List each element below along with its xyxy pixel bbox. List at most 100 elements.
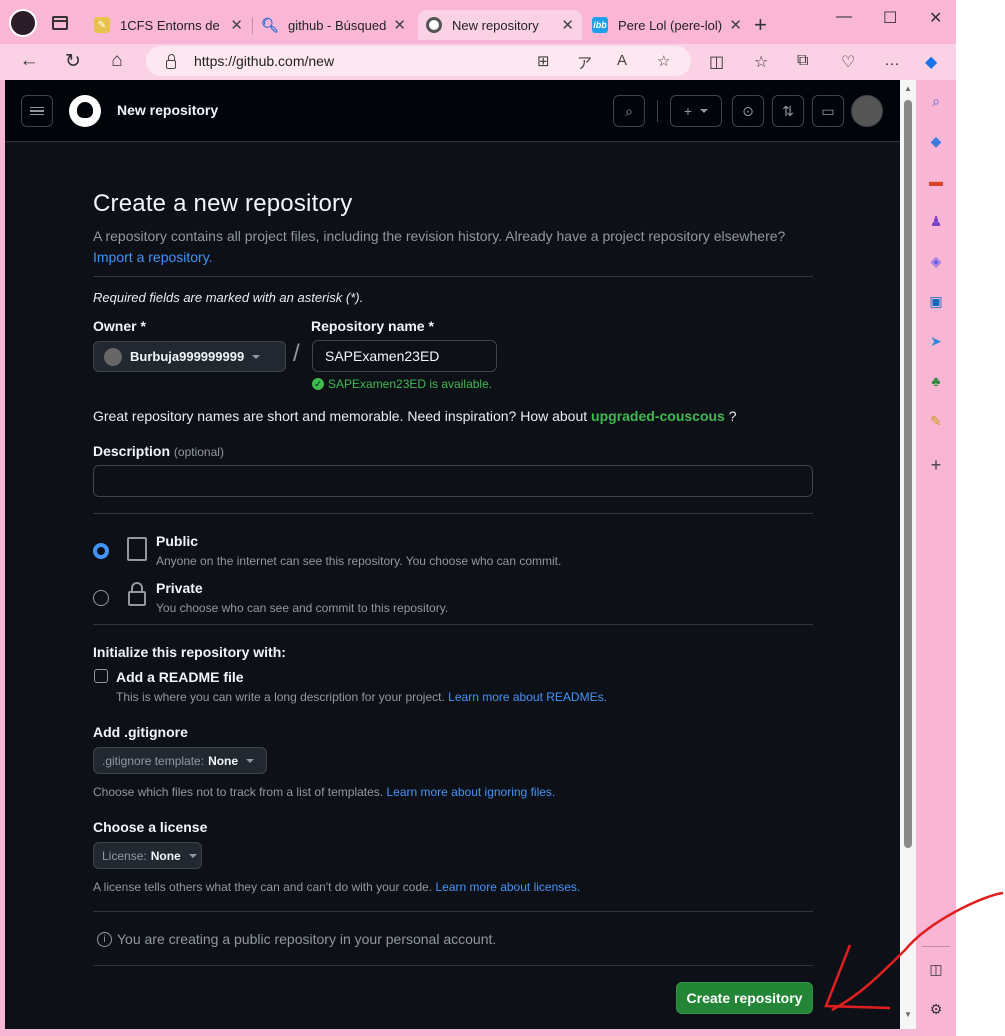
private-label: Private (156, 580, 203, 596)
games-icon[interactable]: ♟ (927, 212, 945, 230)
github-icon (426, 17, 442, 33)
close-icon[interactable]: ✕ (230, 16, 243, 34)
copilot-icon[interactable]: ◆ (925, 52, 937, 72)
new-tab-button[interactable]: + (754, 12, 767, 38)
github-header: New repository ⌕ + ⊙ ⇅ ▭ (5, 80, 900, 142)
url-field[interactable]: https://github.com/new (146, 46, 691, 76)
suggested-name-link[interactable]: upgraded-couscous (591, 408, 725, 424)
close-icon[interactable]: ✕ (729, 16, 742, 34)
owner-select[interactable]: Burbuja999999999 (93, 341, 286, 372)
search-icon[interactable]: ⌕ (613, 95, 645, 127)
public-notice: i You are creating a public repository i… (97, 931, 496, 947)
description-input[interactable] (93, 465, 813, 497)
favorites-icon[interactable]: ☆ (754, 52, 768, 72)
inspiration-text: Great repository names are short and mem… (93, 408, 737, 424)
profile-avatar[interactable] (9, 9, 37, 37)
license-label: Choose a license (93, 819, 208, 835)
menu-hamburger-icon[interactable] (21, 95, 53, 127)
split-screen-icon[interactable]: ◫ (709, 52, 724, 72)
window-close-icon[interactable]: ✕ (929, 8, 942, 28)
gitignore-description: Choose which files not to track from a l… (93, 785, 556, 799)
repository-name-label: Repository name * (311, 318, 434, 334)
create-repository-button[interactable]: Create repository (676, 982, 813, 1014)
address-bar-row: ← ↻ ⌂ https://github.com/new ⊞ ア A ☆ ◫ ☆… (0, 44, 956, 80)
heart-pulse-icon[interactable]: ♡ (841, 52, 855, 72)
license-select[interactable]: License: None (93, 842, 202, 869)
chevron-down-icon (246, 758, 255, 763)
more-icon[interactable]: … (884, 52, 900, 70)
chevron-down-icon (188, 853, 197, 858)
tab-entorns[interactable]: ✎ 1CFS Entorns de de ✕ (86, 10, 251, 40)
scrollbar-thumb[interactable] (904, 100, 912, 848)
readme-learn-more-link[interactable]: Learn more about READMEs. (448, 690, 607, 704)
chevron-down-icon (252, 354, 261, 359)
notepad-icon: ✎ (94, 17, 110, 33)
add-icon[interactable]: + (927, 456, 945, 474)
private-radio[interactable] (93, 590, 109, 606)
license-learn-more-link[interactable]: Learn more about licenses. (436, 880, 581, 894)
plus-icon: + (683, 103, 693, 119)
read-aloud-icon[interactable]: A (617, 52, 627, 69)
tab-new-repository[interactable]: New repository ✕ (418, 10, 582, 40)
favorite-star-icon[interactable]: ☆ (657, 52, 670, 70)
close-icon[interactable]: ✕ (561, 16, 574, 34)
maximize-icon[interactable]: ☐ (883, 8, 897, 28)
url-text: https://github.com/new (194, 53, 335, 69)
settings-gear-icon[interactable]: ⚙ (927, 1000, 945, 1018)
readme-checkbox[interactable] (94, 669, 108, 683)
copilot-icon[interactable]: ◈ (927, 252, 945, 270)
page-title: Create a new repository (93, 190, 353, 217)
readme-label: Add a README file (116, 669, 244, 685)
home-icon[interactable]: ⌂ (105, 50, 129, 72)
tools-icon[interactable]: ▬ (927, 172, 945, 190)
refresh-icon[interactable]: ↻ (61, 50, 85, 73)
ibb-icon: ibb (592, 17, 608, 33)
issues-icon[interactable]: ⊙ (732, 95, 764, 127)
check-circle-icon: ✓ (312, 378, 324, 390)
public-radio[interactable] (93, 543, 109, 559)
search-icon: 🔍︎ (261, 16, 279, 33)
tab-pere-lol[interactable]: ibb Pere Lol (pere-lol) - ✕ (584, 10, 750, 40)
outlook-icon[interactable]: ▣ (927, 292, 945, 310)
owner-avatar (104, 347, 122, 366)
create-new-dropdown[interactable]: + (670, 95, 722, 127)
tab-search[interactable]: 🔍︎ github - Búsqueda ✕ (254, 10, 414, 40)
availability-message: ✓ SAPExamen23ED is available. (312, 377, 492, 391)
required-fields-note: Required fields are marked with an aster… (93, 290, 364, 305)
translate-icon[interactable]: ア (577, 52, 592, 73)
send-icon[interactable]: ➤ (927, 332, 945, 350)
lock-icon (166, 53, 176, 69)
lock-icon (128, 591, 146, 606)
description-label: Description (optional) (93, 443, 224, 459)
pull-requests-icon[interactable]: ⇅ (772, 95, 804, 127)
public-label: Public (156, 533, 199, 549)
sidebar-toggle-icon[interactable]: ◫ (927, 960, 945, 978)
tree-icon[interactable]: ♣ (927, 372, 945, 390)
tab-actions-icon[interactable] (52, 16, 68, 30)
readme-description: This is where you can write a long descr… (116, 690, 607, 704)
minimize-icon[interactable]: — (836, 8, 852, 26)
tab-bar: ✎ 1CFS Entorns de de ✕ 🔍︎ github - Búsqu… (0, 0, 956, 44)
close-icon[interactable]: ✕ (393, 16, 406, 34)
notepad-icon[interactable]: ✎ (927, 412, 945, 430)
repo-book-icon (127, 537, 147, 561)
owner-repo-separator: / (293, 340, 300, 367)
inbox-icon[interactable]: ▭ (812, 95, 844, 127)
initialize-label: Initialize this repository with: (93, 644, 286, 660)
gitignore-label: Add .gitignore (93, 724, 188, 740)
info-icon: i (97, 931, 112, 947)
user-avatar[interactable] (851, 95, 883, 127)
gitignore-template-select[interactable]: .gitignore template: None (93, 747, 267, 774)
repository-name-input[interactable]: SAPExamen23ED (312, 340, 497, 372)
apps-icon[interactable]: ⊞ (537, 52, 550, 70)
search-icon[interactable]: ⌕ (927, 92, 945, 110)
gitignore-learn-more-link[interactable]: Learn more about ignoring files. (386, 785, 555, 799)
back-icon[interactable]: ← (17, 50, 41, 72)
collections-icon[interactable]: ⧉ (797, 52, 808, 70)
new-repo-form: Create a new repository A repository con… (93, 190, 813, 305)
page-scrollbar[interactable]: ▲ ▼ (900, 80, 916, 1029)
import-repository-link[interactable]: Import a repository. (93, 249, 213, 265)
github-logo-icon[interactable] (69, 95, 101, 127)
shopping-tag-icon[interactable]: ◆ (927, 132, 945, 150)
edge-sidebar: ⌕ ◆ ▬ ♟ ◈ ▣ ➤ ♣ ✎ + ◫ ⚙ (916, 80, 956, 1036)
